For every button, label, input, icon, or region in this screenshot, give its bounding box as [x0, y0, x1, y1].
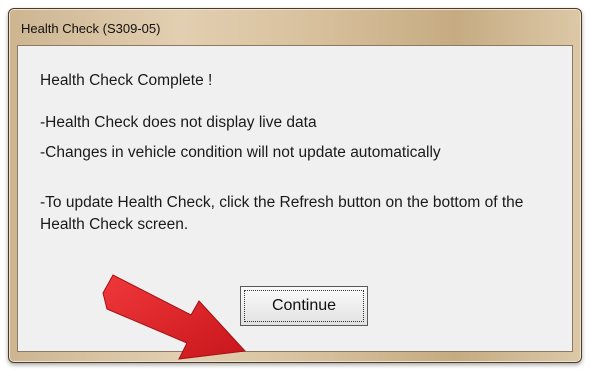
continue-button[interactable]: Continue: [240, 286, 368, 326]
health-check-dialog: Health Check (S309-05) Health Check Comp…: [8, 8, 582, 363]
dialog-content: Health Check Complete ! -Health Check do…: [17, 45, 573, 352]
message-line-vehicle-condition: -Changes in vehicle condition will not u…: [40, 144, 441, 161]
title-bar[interactable]: Health Check (S309-05): [9, 9, 581, 45]
dialog-heading: Health Check Complete !: [40, 72, 213, 89]
message-line-refresh-instruction: -To update Health Check, click the Refre…: [40, 194, 524, 233]
message-line-live-data: -Health Check does not display live data: [40, 114, 317, 131]
window-title: Health Check (S309-05): [21, 21, 161, 36]
continue-button-label: Continue: [244, 290, 364, 322]
